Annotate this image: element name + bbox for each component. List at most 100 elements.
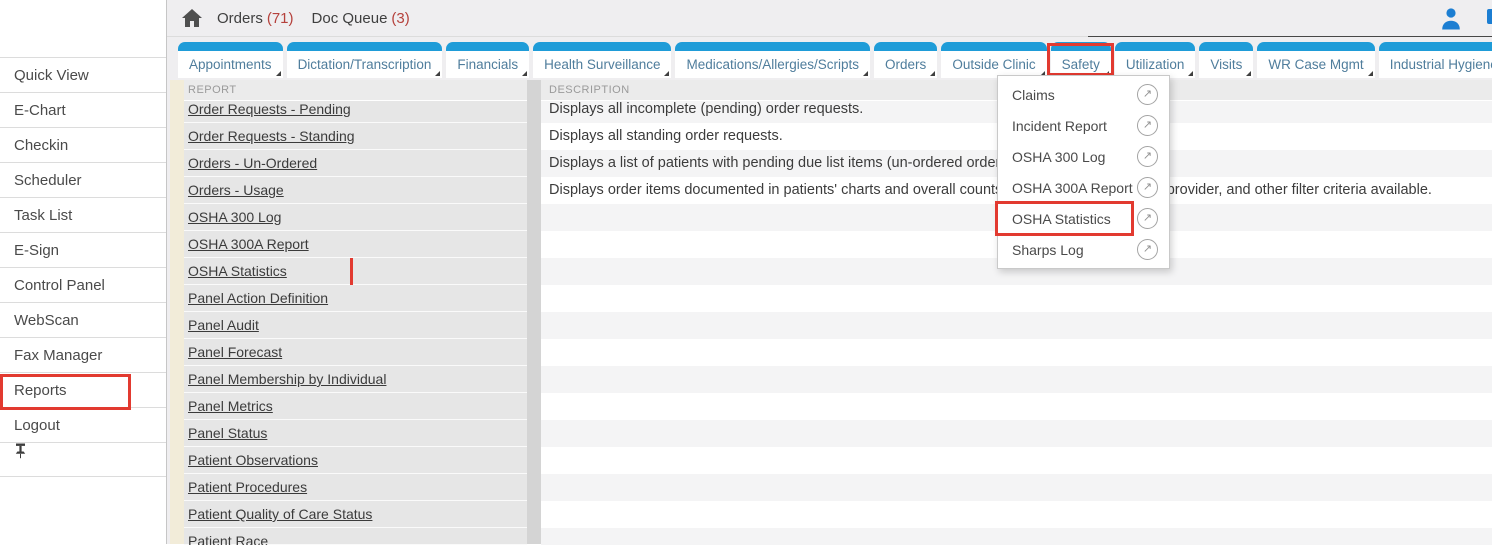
description-text: Displays all incomplete (pending) order …	[549, 101, 863, 122]
tab-body: Industrial Hygiene	[1379, 51, 1492, 78]
open-in-new-icon[interactable]: ↗	[1137, 146, 1158, 167]
menu-item-osha-300-log[interactable]: OSHA 300 Log↗	[998, 141, 1169, 172]
report-link-osha-300-log[interactable]: OSHA 300 Log	[188, 204, 281, 230]
sidebar-item-quick-view[interactable]: Quick View	[0, 57, 166, 92]
top-bar: Orders(71) Doc Queue(3)	[167, 0, 1492, 37]
tab-dictation-transcription[interactable]: Dictation/Transcription	[287, 42, 443, 78]
open-in-new-icon[interactable]: ↗	[1137, 239, 1158, 260]
sidebar-item-e-sign[interactable]: E-Sign	[0, 232, 166, 267]
topbar-tab-doc-queue[interactable]: Doc Queue(3)	[312, 10, 410, 27]
report-cell: OSHA 300A Report	[184, 231, 527, 258]
report-link-order-requests-standing[interactable]: Order Requests - Standing	[188, 123, 355, 149]
table-row: Panel Forecast	[184, 339, 1492, 366]
report-link-patient-quality-of-care-status[interactable]: Patient Quality of Care Status	[188, 501, 372, 527]
report-cell: OSHA Statistics	[184, 258, 527, 285]
table-row: Panel Metrics	[184, 393, 1492, 420]
sidebar-pin-button[interactable]	[0, 442, 166, 477]
table-row: Orders - Un-Ordered Displays a list of pa…	[184, 150, 1492, 177]
tab-label: Industrial Hygiene	[1390, 57, 1492, 72]
report-cell: Orders - Usage	[184, 177, 527, 204]
menu-item-osha-statistics[interactable]: OSHA Statistics↗	[998, 203, 1169, 234]
sidebar-item-webscan[interactable]: WebScan	[0, 302, 166, 337]
tab-body: Utilization	[1115, 51, 1196, 78]
tab-industrial-hygiene[interactable]: Industrial Hygiene	[1379, 42, 1492, 78]
tab-safety[interactable]: Safety	[1051, 42, 1111, 78]
report-link-panel-membership-by-individual[interactable]: Panel Membership by Individual	[188, 366, 386, 392]
topbar-tab-orders[interactable]: Orders(71)	[217, 10, 294, 27]
report-rows: Order Requests - Pending Displays all inc…	[184, 101, 1492, 545]
table-row: Panel Action Definition	[184, 285, 1492, 312]
tab-utilization[interactable]: Utilization	[1115, 42, 1196, 78]
report-link-osha-statistics[interactable]: OSHA Statistics	[188, 258, 287, 284]
report-link-patient-race[interactable]: Patient Race	[188, 528, 268, 545]
sidebar-item-label: Quick View	[14, 67, 89, 84]
menu-item-label: OSHA 300A Report	[1012, 180, 1137, 196]
report-link-panel-status[interactable]: Panel Status	[188, 420, 267, 446]
report-link-order-requests-pending[interactable]: Order Requests - Pending	[188, 101, 351, 122]
menu-item-sharps-log[interactable]: Sharps Log↗	[998, 234, 1169, 265]
description-cell	[541, 393, 1492, 420]
report-cell: Patient Race	[184, 528, 527, 545]
sidebar-menu: Quick View E-Chart CheckinSchedulerTask Li…	[0, 57, 166, 477]
report-link-patient-observations[interactable]: Patient Observations	[188, 447, 318, 473]
topbar-tab-label: Orders	[217, 10, 263, 27]
tab-outside-clinic[interactable]: Outside Clinic	[941, 42, 1046, 78]
table-row: Patient Quality of Care Status	[184, 501, 1492, 528]
tab-body: Visits	[1199, 51, 1253, 78]
report-cell: Panel Metrics	[184, 393, 527, 420]
table-row: Orders - UsageDisplays order items docum…	[184, 177, 1492, 204]
sidebar-item-label: E-Chart	[14, 102, 66, 119]
open-in-new-icon[interactable]: ↗	[1137, 84, 1158, 105]
report-link-patient-procedures[interactable]: Patient Procedures	[188, 474, 307, 500]
tab-label: Appointments	[189, 57, 272, 72]
tab-accent-cap	[1115, 42, 1196, 51]
report-category-tabbar: Appointments Dictation/TranscriptionFinan…	[167, 37, 1492, 80]
topbar-tab-label: Doc Queue	[312, 10, 388, 27]
report-cell: Orders - Un-Ordered	[184, 150, 527, 177]
sidebar-item-checkin[interactable]: Checkin	[0, 127, 166, 162]
tab-label: Health Surveillance	[544, 57, 660, 72]
report-link-panel-metrics[interactable]: Panel Metrics	[188, 393, 273, 419]
menu-item-label: OSHA 300 Log	[1012, 149, 1137, 165]
sidebar-item-reports[interactable]: Reports	[0, 372, 166, 407]
report-cell: Order Requests - Pending	[184, 101, 527, 123]
tab-medications-allergies-scripts[interactable]: Medications/Allergies/Scripts	[675, 42, 870, 78]
sidebar-item-label: Fax Manager	[14, 347, 102, 364]
report-link-osha-300a-report[interactable]: OSHA 300A Report	[188, 231, 309, 257]
tab-health-surveillance[interactable]: Health Surveillance	[533, 42, 671, 78]
sidebar-item-task-list[interactable]: Task List	[0, 197, 166, 232]
sidebar-item-e-chart[interactable]: E-Chart	[0, 92, 166, 127]
user-icon[interactable]	[1440, 7, 1462, 30]
report-link-orders-un-ordered[interactable]: Orders - Un-Ordered	[188, 150, 317, 176]
tab-appointments[interactable]: Appointments	[178, 42, 283, 78]
report-cell: Panel Action Definition	[184, 285, 527, 312]
open-in-new-icon[interactable]: ↗	[1137, 208, 1158, 229]
report-category-tabs: Appointments Dictation/TranscriptionFinan…	[167, 42, 1492, 78]
tab-visits[interactable]: Visits	[1199, 42, 1253, 78]
tab-financials[interactable]: Financials	[446, 42, 529, 78]
sidebar-item-control-panel[interactable]: Control Panel	[0, 267, 166, 302]
tab-body: Outside Clinic	[941, 51, 1046, 78]
report-list-scrollbar[interactable]	[527, 80, 541, 544]
description-cell	[541, 420, 1492, 447]
report-link-panel-action-definition[interactable]: Panel Action Definition	[188, 285, 328, 311]
sidebar-item-fax-manager[interactable]: Fax Manager	[0, 337, 166, 372]
open-in-new-icon[interactable]: ↗	[1137, 177, 1158, 198]
tab-orders[interactable]: Orders	[874, 42, 937, 78]
report-link-panel-forecast[interactable]: Panel Forecast	[188, 339, 282, 365]
report-link-panel-audit[interactable]: Panel Audit	[188, 312, 259, 338]
tab-accent-cap	[1199, 42, 1253, 51]
report-link-orders-usage[interactable]: Orders - Usage	[188, 177, 284, 203]
description-cell	[541, 474, 1492, 501]
sidebar-item-logout[interactable]: Logout	[0, 407, 166, 442]
description-text: Displays a list of patients with pending…	[549, 150, 1016, 176]
sidebar-item-scheduler[interactable]: Scheduler	[0, 162, 166, 197]
app-sidebar: Quick View E-Chart CheckinSchedulerTask Li…	[0, 0, 167, 544]
open-in-new-icon[interactable]: ↗	[1137, 115, 1158, 136]
menu-item-osha-300a-report[interactable]: OSHA 300A Report↗	[998, 172, 1169, 203]
report-cell: Panel Audit	[184, 312, 527, 339]
menu-item-claims[interactable]: Claims↗	[998, 79, 1169, 110]
menu-item-incident-report[interactable]: Incident Report↗	[998, 110, 1169, 141]
tab-wr-case-mgmt[interactable]: WR Case Mgmt	[1257, 42, 1374, 78]
home-icon[interactable]	[182, 9, 202, 27]
